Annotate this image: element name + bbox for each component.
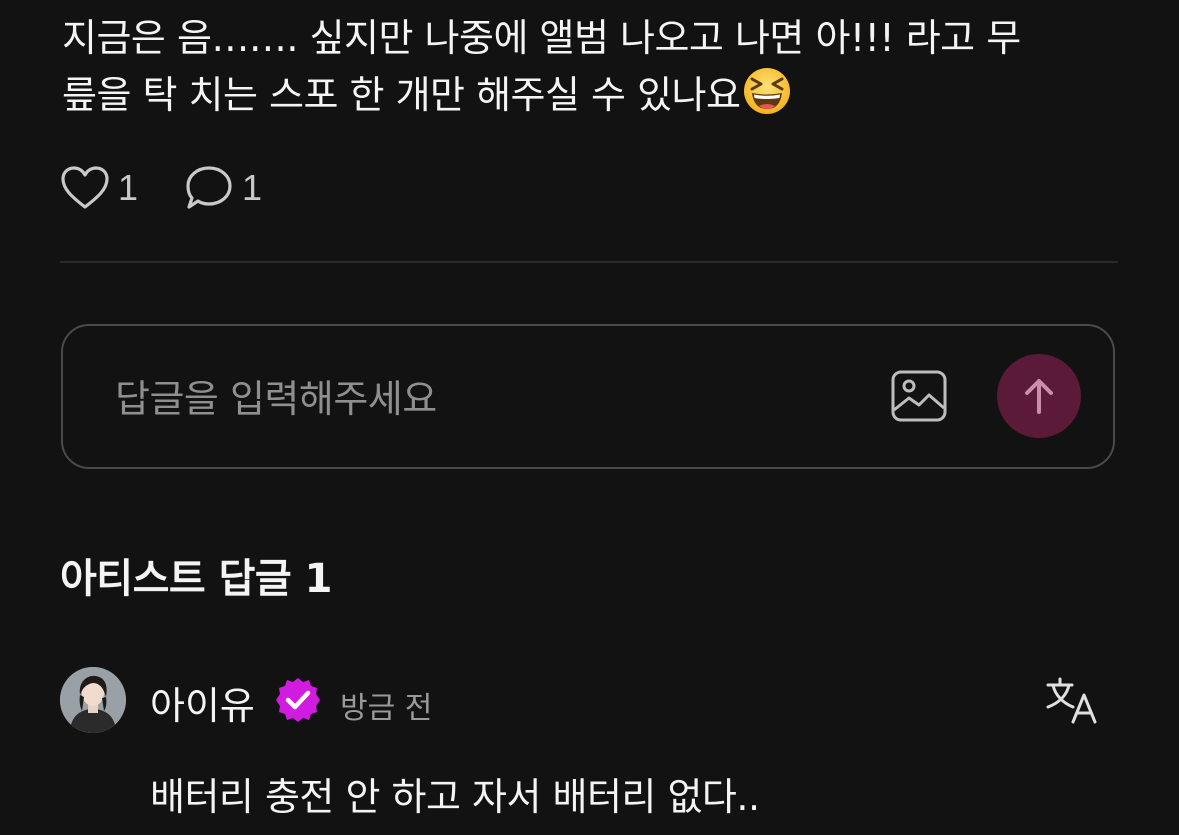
comment-count: 1 — [242, 167, 263, 208]
image-icon[interactable] — [891, 370, 947, 422]
speech-bubble-icon — [186, 166, 232, 209]
avatar[interactable] — [60, 667, 126, 733]
comment-body: 배터리 충전 안 하고 자서 배터리 없다.. — [150, 775, 760, 819]
verified-badge-icon — [276, 678, 320, 722]
heart-icon — [61, 166, 109, 209]
like-count: 1 — [118, 167, 139, 208]
reply-page: 지금은 음……. 싶지만 나중에 앨범 나오고 나면 아!!! 라고 무 릎을 … — [0, 0, 1179, 835]
like-button[interactable]: 1 — [60, 165, 138, 211]
post-text: 지금은 음……. 싶지만 나중에 앨범 나오고 나면 아!!! 라고 무 릎을 … — [62, 10, 1122, 123]
send-button[interactable] — [997, 354, 1081, 438]
grinning-squinting-face-emoji — [744, 68, 791, 114]
comment-time: 방금 전 — [340, 691, 433, 726]
comment-header: 아이유 방금 전 — [60, 667, 1120, 733]
reply-composer — [61, 324, 1115, 469]
post-text-line-2: 릎을 탁 치는 스포 한 개만 해주실 수 있나요 — [62, 66, 1122, 123]
post-text-line-2-content: 릎을 탁 치는 스포 한 개만 해주실 수 있나요 — [62, 73, 741, 117]
reaction-bar: 1 1 — [60, 160, 262, 216]
author-name[interactable]: 아이유 — [150, 675, 255, 730]
arrow-up-icon — [1025, 379, 1053, 414]
comment-button[interactable]: 1 — [184, 164, 262, 212]
translate-icon[interactable] — [1045, 675, 1099, 725]
avatar-image — [60, 667, 126, 733]
artist-replies-title: 아티스트 답글 1 — [60, 556, 332, 602]
post-text-line-1: 지금은 음……. 싶지만 나중에 앨범 나오고 나면 아!!! 라고 무 — [62, 16, 1021, 60]
divider — [60, 261, 1118, 263]
reply-input[interactable] — [113, 366, 837, 432]
